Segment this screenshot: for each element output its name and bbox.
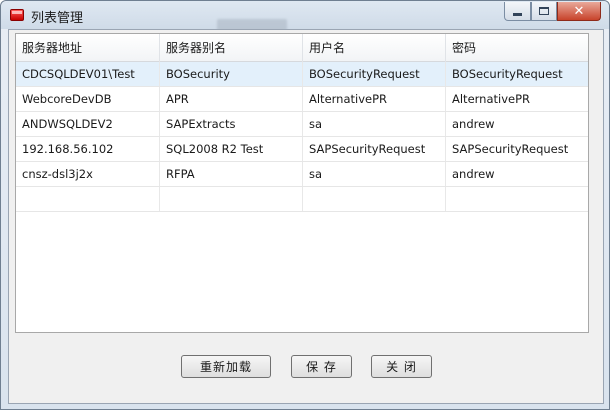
cell-server-address[interactable]: CDCSQLDEV01\Test: [16, 62, 160, 86]
cell-server-alias[interactable]: BOSecurity: [160, 62, 303, 86]
cell-server-address[interactable]: WebcoreDevDB: [16, 87, 160, 111]
cell-username[interactable]: [303, 187, 446, 211]
cell-username[interactable]: sa: [303, 162, 446, 186]
cell-server-alias[interactable]: APR: [160, 87, 303, 111]
cell-server-alias[interactable]: SAPExtracts: [160, 112, 303, 136]
cell-password[interactable]: [446, 187, 588, 211]
cell-password[interactable]: andrew: [446, 112, 588, 136]
app-icon: [10, 9, 24, 21]
minimize-icon: [513, 12, 522, 16]
cell-username[interactable]: AlternativePR: [303, 87, 446, 111]
column-header-username[interactable]: 用户名: [303, 34, 446, 62]
cell-server-alias[interactable]: [160, 187, 303, 211]
table-row-new-entry[interactable]: [16, 187, 588, 212]
cell-username[interactable]: SAPSecurityRequest: [303, 137, 446, 161]
window-title: 列表管理: [31, 11, 84, 26]
maximize-icon: [539, 7, 549, 15]
cell-password[interactable]: andrew: [446, 162, 588, 186]
table-row[interactable]: cnsz-dsl3j2x RFPA sa andrew: [16, 162, 588, 187]
close-button[interactable]: 关 闭: [371, 355, 432, 378]
save-button[interactable]: 保 存: [291, 355, 352, 378]
column-header-server-alias[interactable]: 服务器别名: [160, 34, 303, 62]
table-row[interactable]: CDCSQLDEV01\Test BOSecurity BOSecurityRe…: [16, 62, 588, 87]
table-row[interactable]: 192.168.56.102 SQL2008 R2 Test SAPSecuri…: [16, 137, 588, 162]
cell-server-address[interactable]: 192.168.56.102: [16, 137, 160, 161]
cell-server-alias[interactable]: RFPA: [160, 162, 303, 186]
table-row[interactable]: WebcoreDevDB APR AlternativePR Alternati…: [16, 87, 588, 112]
column-header-password[interactable]: 密码: [446, 34, 588, 62]
cell-password[interactable]: SAPSecurityRequest: [446, 137, 588, 161]
table-row[interactable]: ANDWSQLDEV2 SAPExtracts sa andrew: [16, 112, 588, 137]
cell-username[interactable]: sa: [303, 112, 446, 136]
cell-server-address[interactable]: ANDWSQLDEV2: [16, 112, 160, 136]
grid-header: 服务器地址 服务器别名 用户名 密码: [16, 34, 588, 62]
close-icon: ✕: [573, 3, 585, 19]
column-header-server-address[interactable]: 服务器地址: [16, 34, 160, 62]
minimize-button[interactable]: [504, 2, 531, 21]
cell-server-address[interactable]: cnsz-dsl3j2x: [16, 162, 160, 186]
cell-server-alias[interactable]: SQL2008 R2 Test: [160, 137, 303, 161]
cell-password[interactable]: BOSecurityRequest: [446, 62, 588, 86]
reload-button[interactable]: 重新加载: [181, 355, 271, 378]
cell-server-address[interactable]: [16, 187, 160, 211]
server-list-grid: 服务器地址 服务器别名 用户名 密码 CDCSQLDEV01\Test BOSe…: [15, 33, 589, 333]
cell-password[interactable]: AlternativePR: [446, 87, 588, 111]
maximize-button[interactable]: [531, 2, 557, 21]
list-manager-window: 列表管理 ✕ 服务器地址 服务器别名 用户名 密码 CDCSQLDEV01\Te…: [0, 0, 610, 410]
close-window-button[interactable]: ✕: [557, 2, 601, 21]
title-bar[interactable]: 列表管理 ✕: [1, 1, 609, 31]
client-area: 服务器地址 服务器别名 用户名 密码 CDCSQLDEV01\Test BOSe…: [8, 29, 604, 404]
cell-username[interactable]: BOSecurityRequest: [303, 62, 446, 86]
